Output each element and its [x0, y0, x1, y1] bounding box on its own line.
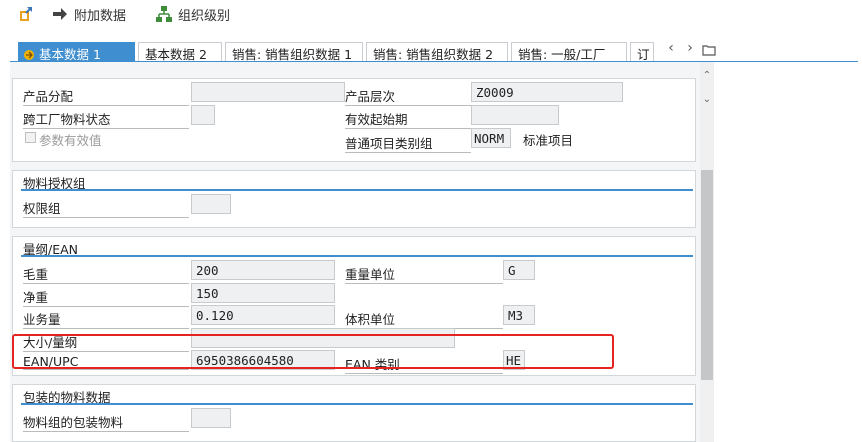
product-hierarchy-field[interactable]: Z0009	[471, 82, 623, 102]
cross-plant-status-field[interactable]	[191, 105, 215, 125]
tab-sales-org-1[interactable]: 销售: 销售组织数据 1	[225, 42, 363, 62]
authorization-group: 物料授权组 权限组	[12, 170, 696, 228]
group-divider	[21, 255, 693, 257]
tab-basic-data-2[interactable]: 基本数据 2	[138, 42, 222, 62]
additional-data-button[interactable]: 附加数据	[52, 4, 126, 24]
tab-scroll-left-icon[interactable]: ‹	[664, 40, 678, 60]
tab-label: 基本数据 2	[145, 47, 207, 62]
valid-from-field[interactable]	[471, 105, 559, 125]
tab-strip: 基本数据 1 基本数据 2 销售: 销售组织数据 1 销售: 销售组织数据 2 …	[0, 38, 862, 62]
tab-label: 销售: 销售组织数据 2	[373, 47, 494, 62]
tab-sales-general-plant[interactable]: 销售: 一般/工厂	[511, 42, 627, 62]
product-allocation-field[interactable]	[191, 82, 345, 102]
tab-basic-data-1[interactable]: 基本数据 1	[18, 42, 135, 62]
gross-weight-label: 毛重	[23, 264, 189, 284]
net-weight-label: 净重	[23, 287, 189, 307]
tab-content-area: 产品分配 产品层次 Z0009 跨工厂物料状态 有效起始期 参数有效值 普通项目…	[10, 62, 700, 442]
net-weight-field[interactable]: 150	[191, 283, 335, 303]
additional-data-label: 附加数据	[74, 8, 127, 24]
tab-list-icon[interactable]	[701, 40, 717, 60]
vertical-scrollbar[interactable]: ⌃ ⌄	[700, 62, 714, 442]
ean-highlight-box	[12, 334, 614, 369]
material-change-icon	[20, 7, 32, 21]
tab-label: 订	[637, 47, 650, 62]
general-data-group: 产品分配 产品层次 Z0009 跨工厂物料状态 有效起始期 参数有效值 普通项目…	[12, 78, 696, 162]
arrow-right-icon	[53, 8, 67, 20]
tab-scroll-right-icon[interactable]: ›	[683, 40, 697, 60]
other-material-button[interactable]	[18, 4, 34, 24]
application-toolbar: 附加数据 组织级别	[0, 0, 862, 30]
cross-plant-status-label: 跨工厂物料状态	[23, 109, 189, 129]
scroll-down-icon[interactable]: ⌄	[700, 94, 714, 108]
group-divider	[21, 403, 693, 405]
org-levels-label: 组织级别	[178, 8, 231, 24]
auth-group-label: 权限组	[23, 198, 189, 218]
tab-label: 基本数据 1	[38, 47, 101, 62]
org-levels-button[interactable]: 组织级别	[156, 4, 230, 24]
org-hierarchy-icon	[156, 6, 172, 22]
volume-label: 业务量	[23, 309, 189, 329]
mat-group-pack-field[interactable]	[191, 408, 231, 428]
product-allocation-label: 产品分配	[23, 86, 189, 106]
tab-status-icon	[24, 50, 34, 60]
volume-field[interactable]: 0.120	[191, 305, 335, 325]
auth-group-field[interactable]	[191, 194, 231, 214]
param-effectivity-checkbox[interactable]	[25, 132, 36, 143]
scroll-up-icon[interactable]: ⌃	[700, 70, 714, 84]
tab-label: 销售: 一般/工厂	[518, 47, 606, 62]
packaging-group: 包装的物料数据 物料组的包装物料	[12, 384, 696, 442]
param-effectivity-label: 参数有效值	[39, 133, 102, 148]
tab-sales-org-2[interactable]: 销售: 销售组织数据 2	[366, 42, 508, 62]
gross-weight-field[interactable]: 200	[191, 260, 335, 280]
valid-from-label: 有效起始期	[345, 109, 471, 129]
volume-unit-field[interactable]: M3	[503, 305, 535, 325]
weight-unit-field[interactable]: G	[503, 260, 535, 280]
item-category-group-field[interactable]: NORM	[471, 128, 511, 148]
product-hierarchy-label: 产品层次	[345, 86, 471, 106]
group-divider	[21, 189, 693, 191]
volume-unit-label: 体积单位	[345, 309, 503, 329]
scroll-thumb[interactable]	[701, 170, 713, 380]
mat-group-pack-label: 物料组的包装物料	[23, 412, 189, 432]
tab-label: 销售: 销售组织数据 1	[232, 47, 353, 62]
weight-unit-label: 重量单位	[345, 264, 503, 284]
tab-next-partial[interactable]: 订	[630, 42, 654, 62]
item-category-group-label: 普通项目类别组	[345, 133, 471, 153]
item-category-group-desc: 标准项目	[523, 133, 574, 148]
